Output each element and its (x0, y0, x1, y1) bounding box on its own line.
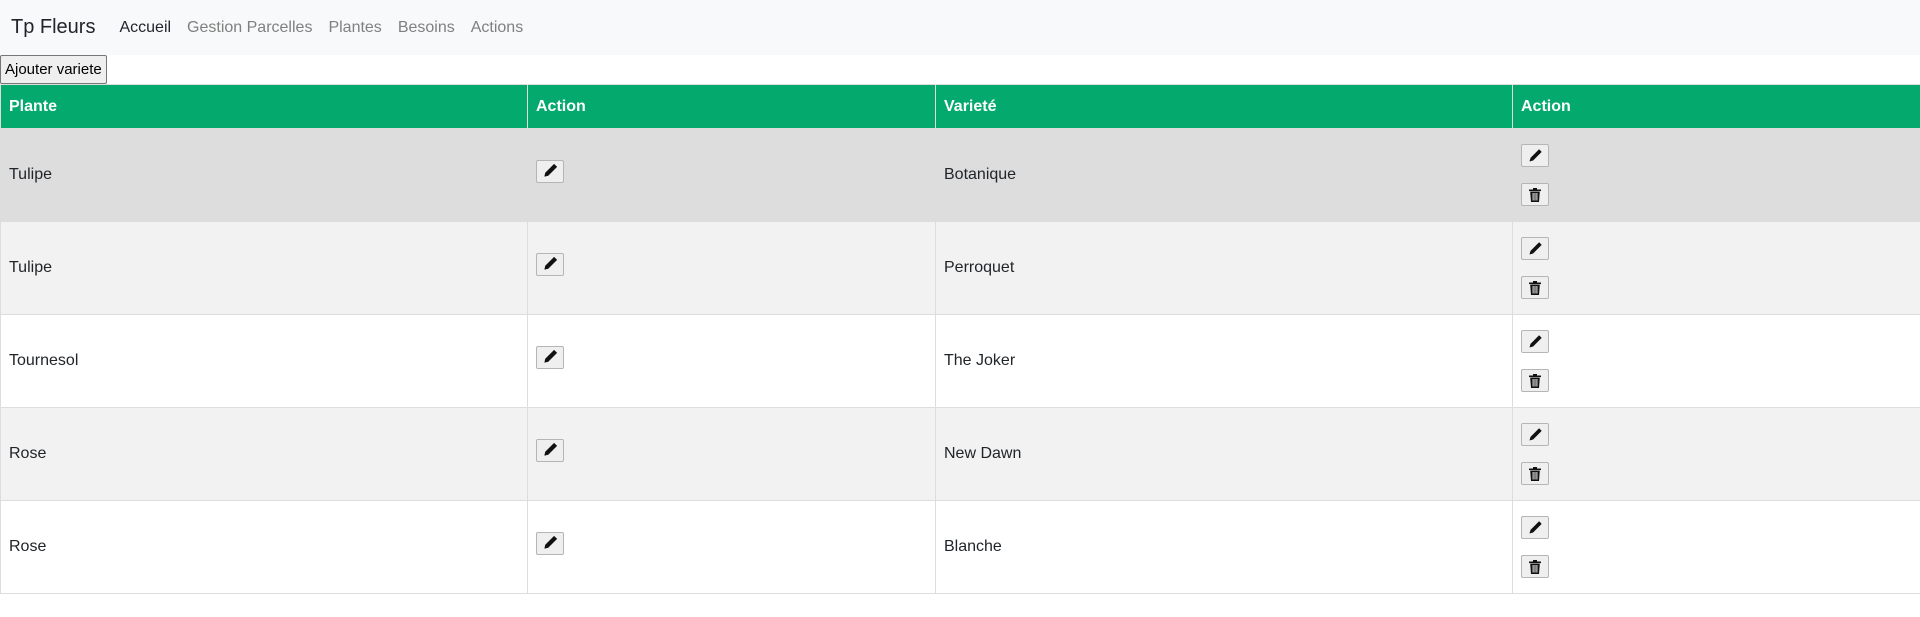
edit-variete-button[interactable] (1521, 516, 1549, 539)
edit-plante-button[interactable] (536, 159, 564, 183)
cell-plante: Rose (0, 407, 528, 501)
nav-link-gestion-parcelles[interactable]: Gestion Parcelles (187, 19, 312, 37)
cell-variete: New Dawn (935, 407, 1513, 501)
cell-plante-actions (527, 314, 936, 408)
pencil-icon (1529, 520, 1542, 533)
edit-variete-button[interactable] (1521, 330, 1549, 353)
pencil-icon (1529, 241, 1542, 254)
cell-variete-actions (1512, 407, 1920, 501)
navbar-brand[interactable]: Tp Fleurs (11, 16, 95, 39)
table-row: Rose New Dawn (0, 407, 1920, 501)
trash-icon (1529, 187, 1541, 202)
cell-variete: Blanche (935, 500, 1513, 594)
header-action-plante: Action (527, 84, 936, 129)
cell-plante: Tulipe (0, 128, 528, 222)
delete-variete-button[interactable] (1521, 369, 1549, 392)
cell-plante-actions (527, 407, 936, 501)
nav-link-besoins[interactable]: Besoins (398, 19, 455, 37)
table-row: Tulipe Perroquet (0, 221, 1920, 315)
cell-variete-actions (1512, 314, 1920, 408)
cell-plante-actions (527, 128, 936, 222)
edit-plante-button[interactable] (536, 345, 564, 369)
edit-plante-button[interactable] (536, 531, 564, 555)
cell-plante: Rose (0, 500, 528, 594)
cell-variete: Perroquet (935, 221, 1513, 315)
delete-variete-button[interactable] (1521, 183, 1549, 206)
delete-variete-button[interactable] (1521, 462, 1549, 485)
add-variety-button[interactable]: Ajouter variete (0, 55, 107, 84)
navbar: Tp Fleurs Accueil Gestion Parcelles Plan… (0, 0, 1920, 55)
cell-plante-actions (527, 221, 936, 315)
pencil-icon (544, 442, 558, 456)
edit-variete-button[interactable] (1521, 237, 1549, 260)
trash-icon (1529, 373, 1541, 388)
cell-variete-actions (1512, 128, 1920, 222)
table-row: Tournesol The Joker (0, 314, 1920, 408)
header-action-variete: Action (1512, 84, 1920, 129)
pencil-icon (1529, 427, 1542, 440)
cell-variete-actions (1512, 500, 1920, 594)
table-row: Rose Blanche (0, 500, 1920, 594)
cell-variete: The Joker (935, 314, 1513, 408)
trash-icon (1529, 466, 1541, 481)
pencil-icon (544, 349, 558, 363)
edit-variete-button[interactable] (1521, 423, 1549, 446)
cell-plante-actions (527, 500, 936, 594)
nav-link-actions[interactable]: Actions (471, 19, 523, 37)
pencil-icon (544, 535, 558, 549)
edit-plante-button[interactable] (536, 438, 564, 462)
delete-variete-button[interactable] (1521, 276, 1549, 299)
pencil-icon (544, 256, 558, 270)
header-variete: Varieté (935, 84, 1513, 129)
cell-plante: Tulipe (0, 221, 528, 315)
table-header-row: Plante Action Varieté Action (0, 84, 1920, 129)
pencil-icon (544, 163, 558, 177)
trash-icon (1529, 559, 1541, 574)
cell-plante: Tournesol (0, 314, 528, 408)
header-plante: Plante (0, 84, 528, 129)
table-row: Tulipe Botanique (0, 128, 1920, 222)
trash-icon (1529, 280, 1541, 295)
pencil-icon (1529, 148, 1542, 161)
delete-variete-button[interactable] (1521, 555, 1549, 578)
pencil-icon (1529, 334, 1542, 347)
nav-link-accueil[interactable]: Accueil (119, 19, 171, 37)
edit-plante-button[interactable] (536, 252, 564, 276)
edit-variete-button[interactable] (1521, 144, 1549, 167)
varieties-table: Plante Action Varieté Action Tulipe Bota… (0, 84, 1920, 594)
nav-link-plantes[interactable]: Plantes (328, 19, 381, 37)
cell-variete: Botanique (935, 128, 1513, 222)
cell-variete-actions (1512, 221, 1920, 315)
